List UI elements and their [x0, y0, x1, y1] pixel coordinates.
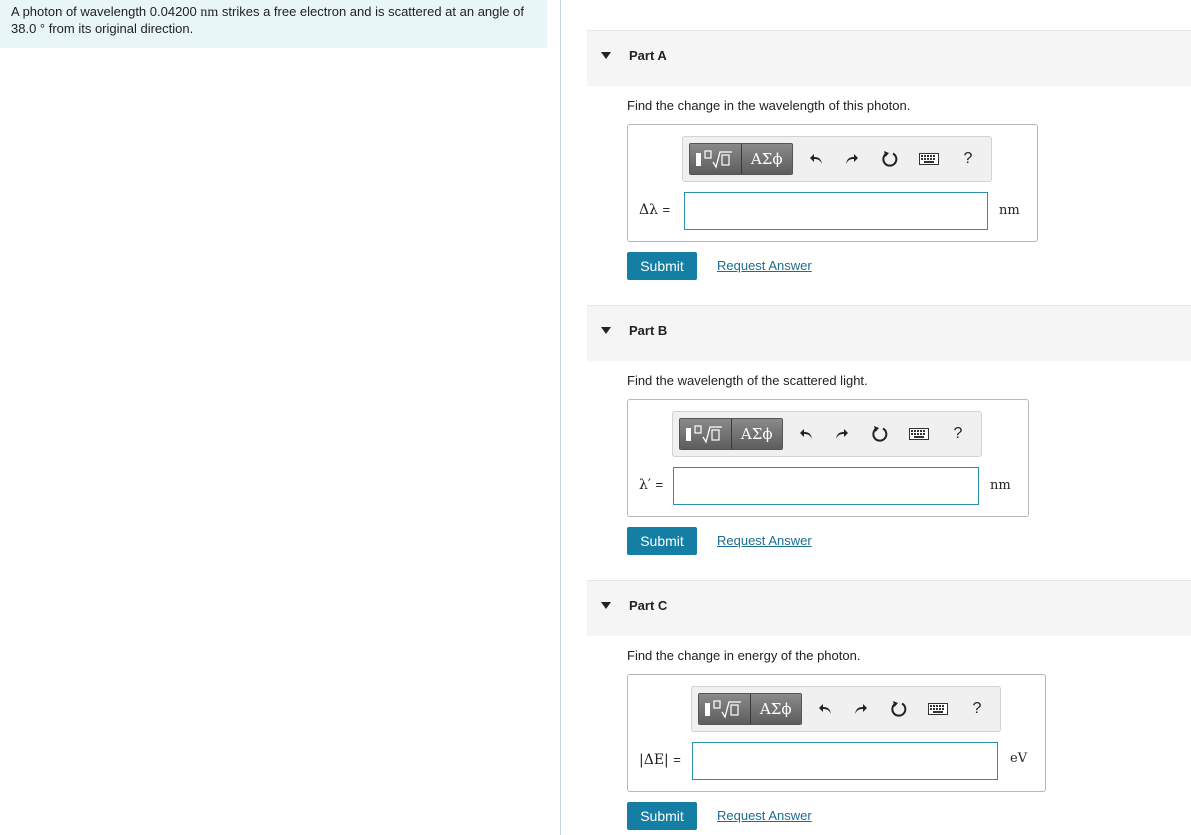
column-divider — [560, 0, 561, 835]
part-a-prompt: Find the change in the wavelength of thi… — [627, 98, 911, 113]
greek-symbols-button[interactable]: ΑΣϕ — [749, 694, 801, 724]
problem-line-1: A photon of wavelength 0.04200 nm strike… — [11, 4, 536, 21]
part-a-title: Part A — [629, 48, 667, 63]
keyboard-icon[interactable] — [926, 697, 950, 721]
templates-icon[interactable] — [690, 144, 741, 174]
variable-symbol: Δλ — [639, 202, 658, 218]
reset-icon[interactable] — [868, 422, 892, 446]
part-c-answer-box: ΑΣϕ ? |ΔE| = eV — [627, 674, 1046, 792]
part-a-math-toolbar: ΑΣϕ ? — [682, 136, 992, 182]
keyboard-icon[interactable] — [917, 147, 941, 171]
reset-icon[interactable] — [887, 697, 911, 721]
part-a-answer-input[interactable] — [684, 192, 988, 230]
part-c-submit-button[interactable]: Submit — [627, 802, 697, 830]
part-b-submit-button[interactable]: Submit — [627, 527, 697, 555]
part-c-math-toolbar: ΑΣϕ ? — [691, 686, 1001, 732]
part-c-answer-input[interactable] — [692, 742, 998, 780]
part-b-variable-label: λ′ = — [639, 477, 663, 493]
help-button[interactable]: ? — [946, 422, 970, 446]
greek-symbols-button[interactable]: ΑΣϕ — [740, 144, 792, 174]
redo-icon[interactable] — [830, 422, 854, 446]
reset-icon[interactable] — [878, 147, 902, 171]
part-b-answer-box: ΑΣϕ ? λ′ = nm — [627, 399, 1029, 517]
part-a-variable-label: Δλ = — [639, 202, 670, 218]
part-c-prompt: Find the change in energy of the photon. — [627, 648, 861, 663]
part-a-unit: nm — [999, 203, 1020, 218]
undo-icon[interactable] — [813, 697, 837, 721]
part-c-unit: eV — [1010, 751, 1028, 766]
help-button[interactable]: ? — [956, 147, 980, 171]
greek-symbols-button[interactable]: ΑΣϕ — [730, 419, 782, 449]
part-b-math-toolbar: ΑΣϕ ? — [672, 411, 982, 457]
equals-sign: = — [673, 752, 681, 767]
templates-icon[interactable] — [680, 419, 731, 449]
variable-symbol: |ΔE| — [639, 752, 669, 768]
part-b-title: Part B — [629, 323, 668, 338]
equals-sign: = — [655, 477, 664, 492]
part-a-submit-button[interactable]: Submit — [627, 252, 697, 280]
part-b-prompt: Find the wavelength of the scattered lig… — [627, 373, 868, 388]
undo-icon[interactable] — [804, 147, 828, 171]
part-b-unit: nm — [990, 478, 1011, 493]
wavelength-unit: nm — [200, 5, 219, 20]
templates-button-group: ΑΣϕ — [698, 693, 802, 725]
problem-line-2: 38.0 ° from its original direction. — [11, 21, 194, 36]
problem-statement: A photon of wavelength 0.04200 nm strike… — [0, 0, 547, 48]
part-c-header[interactable]: Part C — [587, 580, 1191, 636]
part-b-header[interactable]: Part B — [587, 305, 1191, 361]
part-c-request-answer-link[interactable]: Request Answer — [717, 808, 812, 823]
collapse-triangle-icon[interactable] — [601, 52, 611, 59]
part-a-request-answer-link[interactable]: Request Answer — [717, 258, 812, 273]
variable-symbol: λ′ — [639, 477, 652, 493]
templates-icon[interactable] — [699, 694, 750, 724]
part-a-answer-box: ΑΣϕ ? Δλ = nm — [627, 124, 1038, 242]
keyboard-icon[interactable] — [907, 422, 931, 446]
problem-text: strikes a free electron and is scattered… — [218, 4, 524, 19]
redo-icon[interactable] — [840, 147, 864, 171]
part-c-title: Part C — [629, 598, 668, 613]
equals-sign: = — [662, 202, 671, 217]
redo-icon[interactable] — [849, 697, 873, 721]
collapse-triangle-icon[interactable] — [601, 327, 611, 334]
part-b-answer-input[interactable] — [673, 467, 979, 505]
help-button[interactable]: ? — [965, 697, 989, 721]
undo-icon[interactable] — [794, 422, 818, 446]
problem-text: A photon of wavelength 0.04200 — [11, 4, 201, 19]
part-b-request-answer-link[interactable]: Request Answer — [717, 533, 812, 548]
collapse-triangle-icon[interactable] — [601, 602, 611, 609]
part-c-variable-label: |ΔE| = — [639, 752, 681, 768]
templates-button-group: ΑΣϕ — [689, 143, 793, 175]
templates-button-group: ΑΣϕ — [679, 418, 783, 450]
part-a-header[interactable]: Part A — [587, 30, 1191, 86]
